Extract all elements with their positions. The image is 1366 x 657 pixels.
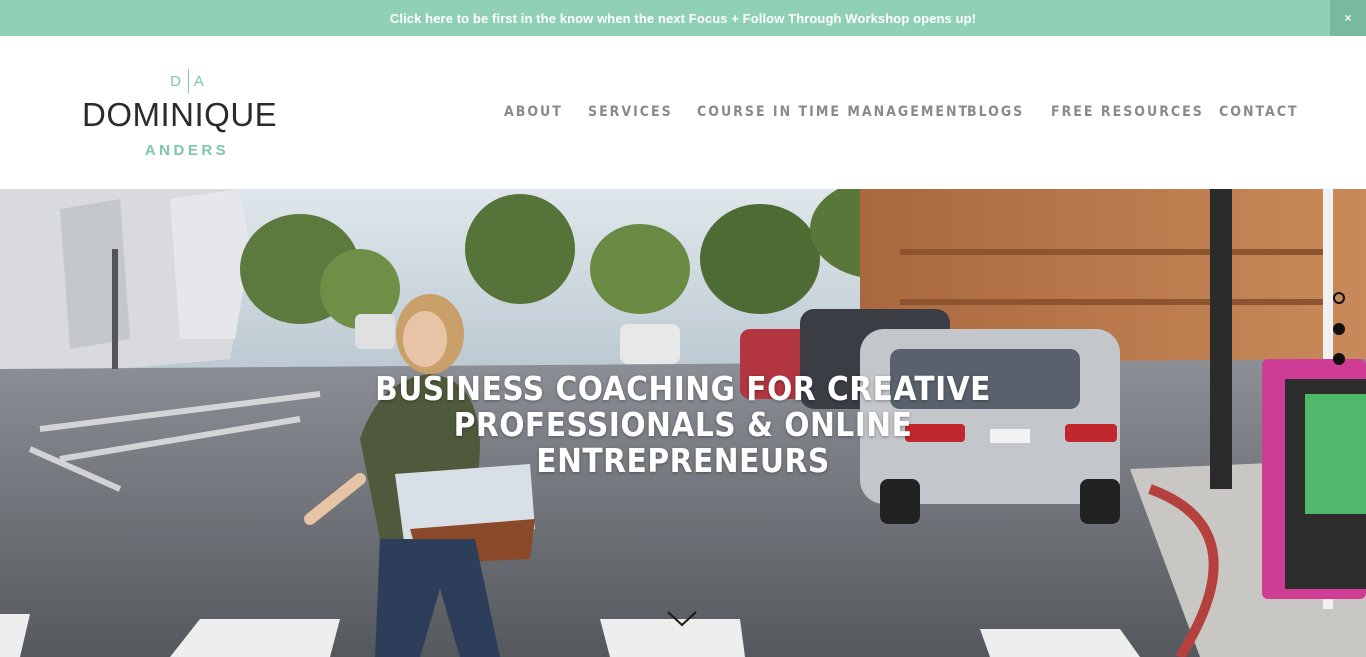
hero-title-line-3: ENTREPRENEURS xyxy=(536,441,830,480)
logo-monogram: D A xyxy=(82,68,294,94)
logo-monogram-left: D xyxy=(170,72,183,90)
hero-section: BUSINESS COACHING FOR CREATIVE PROFESSIO… xyxy=(0,189,1366,657)
close-icon: × xyxy=(1344,11,1352,25)
slide-dot-1[interactable] xyxy=(1333,292,1345,304)
slide-pagination xyxy=(1332,292,1346,365)
logo-last-name: ANDERS xyxy=(144,142,230,159)
nav-item-contact[interactable]: CONTACT xyxy=(1219,101,1299,123)
nav-item-blogs[interactable]: BLOGS xyxy=(967,101,1024,123)
nav-item-about[interactable]: ABOUT xyxy=(504,101,563,123)
scroll-down-button[interactable] xyxy=(666,609,698,629)
site-header: D A DOMINIQUE ANDERS ABOUT SERVICES COUR… xyxy=(0,36,1366,189)
hero-title-line-1: BUSINESS COACHING FOR CREATIVE xyxy=(375,369,991,408)
main-nav: ABOUT SERVICES COURSE IN TIME MANAGEMENT… xyxy=(0,101,1366,123)
announcement-bar: Click here to be first in the know when … xyxy=(0,0,1366,36)
hero-title: BUSINESS COACHING FOR CREATIVE PROFESSIO… xyxy=(283,371,1083,479)
announcement-link[interactable]: Click here to be first in the know when … xyxy=(390,11,976,26)
slide-dot-3[interactable] xyxy=(1333,353,1345,365)
nav-item-free-resources[interactable]: FREE RESOURCES xyxy=(1051,101,1204,123)
logo-monogram-right: A xyxy=(193,72,206,90)
chevron-down-icon xyxy=(667,611,697,627)
nav-item-course-in-time-management[interactable]: COURSE IN TIME MANAGEMENT xyxy=(697,101,969,123)
nav-item-services[interactable]: SERVICES xyxy=(588,101,673,123)
logo-divider xyxy=(187,69,189,93)
hero-title-line-2: PROFESSIONALS & ONLINE xyxy=(453,405,913,444)
close-announcement-button[interactable]: × xyxy=(1330,0,1366,36)
slide-dot-2[interactable] xyxy=(1333,323,1345,335)
